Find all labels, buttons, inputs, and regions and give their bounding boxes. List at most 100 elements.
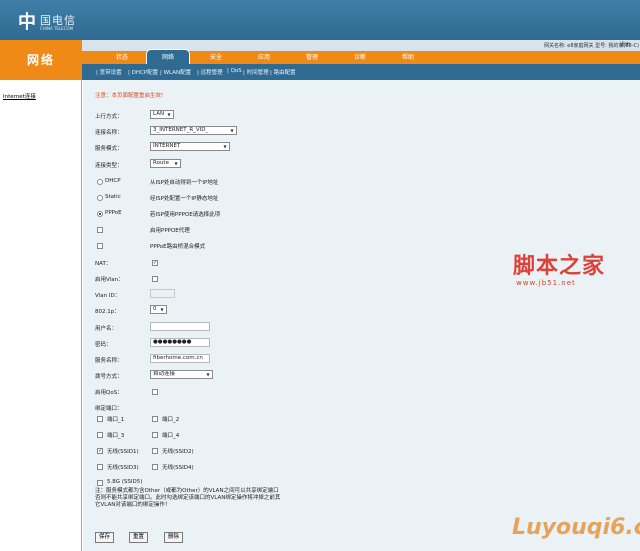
subnav-broadband[interactable]: | 宽带设置 [96, 68, 122, 76]
subnav-time[interactable]: | 时间管理 [243, 68, 269, 76]
username-input[interactable] [150, 322, 210, 331]
conn-type-label: 连接类型： [95, 163, 123, 169]
tab-security[interactable]: 安全 [204, 51, 228, 64]
delete-button[interactable]: 删除 [164, 532, 184, 543]
reset-button[interactable]: 重置 [129, 532, 149, 543]
ssid2-label: 无线(SSID2) [162, 449, 194, 455]
header-bar: 中 国电信 CHINA TELECOM [0, 0, 640, 40]
chevron-down-icon: ▼ [160, 307, 164, 312]
sidebar: Internet连接 [0, 80, 82, 551]
chevron-down-icon: ▼ [223, 144, 227, 149]
subnav-qos[interactable]: | QoS [227, 68, 242, 74]
tab-apps[interactable]: 应用 [252, 51, 276, 64]
qos-label: 启用QoS： [95, 390, 123, 396]
logo-mark: 中 [18, 12, 36, 33]
uplink-label: 上行方式： [95, 114, 123, 120]
service-mode-label: 服务模式： [95, 146, 123, 152]
qos-checkbox[interactable] [152, 389, 158, 395]
logo-subtext: CHINA TELECOM [40, 26, 74, 31]
ssid1-checkbox[interactable]: ✓ [97, 448, 103, 454]
section-title: 网络 [0, 40, 82, 80]
port3-label: 端口_3 [107, 433, 125, 439]
port1-label: 端口_1 [107, 417, 125, 423]
ssid3-checkbox[interactable] [97, 464, 103, 470]
uplink-select[interactable]: LAN ▼ [150, 110, 174, 119]
pppoe-proxy-checkbox[interactable] [97, 227, 103, 233]
ssid5-label: 5.8G (SSID5) [107, 479, 143, 485]
vlan-id-input[interactable] [150, 289, 175, 298]
subnav-dhcp[interactable]: | DHCP配置 [128, 68, 158, 76]
sidebar-item-internet[interactable]: Internet连接 [3, 92, 36, 100]
content-panel: 注意：本页面配置重启生效! 上行方式： LAN ▼ 连接名称： 3_INTERNE… [83, 80, 640, 551]
ssid4-checkbox[interactable] [152, 464, 158, 470]
tab-network[interactable]: 网络 [146, 49, 190, 64]
watermark-jb51-url: www.jb51.net [516, 279, 576, 287]
subnav-wlan[interactable]: | WLAN配置 [160, 68, 191, 76]
port2-label: 端口_2 [162, 417, 180, 423]
conn-type-select[interactable]: Route ▼ [150, 159, 181, 168]
note-line-3: 它VLAN对该端口的绑定操作！ [95, 502, 171, 508]
chevron-down-icon: ▼ [230, 128, 234, 133]
conn-name-select[interactable]: 3_INTERNET_R_VID_ ▼ [150, 126, 237, 135]
china-telecom-logo: 中 国电信 CHINA TELECOM [18, 6, 88, 34]
save-button[interactable]: 保存 [95, 532, 115, 543]
tab-status[interactable]: 状态 [110, 51, 134, 64]
static-radio[interactable] [97, 195, 103, 201]
main-nav: 状态 网络 安全 应用 管理 诊断 帮助 [82, 49, 640, 64]
dhcp-radio[interactable] [97, 179, 103, 185]
pppoe-bridge-checkbox[interactable] [97, 243, 103, 249]
dot1p-select[interactable]: 0 ▼ [150, 305, 167, 314]
static-desc: 经ISP处配置一个IP静态地址 [150, 196, 219, 202]
chevron-down-icon: ▼ [167, 112, 171, 117]
note-line-1: 注：服务模式都为含Other（或都为Other）的VLAN之间可以共享绑定端口 [95, 488, 279, 494]
conn-name-label: 连接名称： [95, 130, 123, 136]
note-line-2: 否则不能共享绑定端口。此时勾选绑定该端口的VLAN绑定操作将冲掉之前其 [95, 495, 281, 501]
port4-checkbox[interactable] [152, 432, 158, 438]
dhcp-label: DHCP [105, 178, 121, 184]
ssid5-checkbox[interactable] [97, 480, 103, 486]
vlan-enable-checkbox[interactable] [152, 276, 158, 282]
dot1p-label: 802.1p： [95, 309, 120, 315]
vlan-id-label: Vlan ID： [95, 293, 121, 299]
pppoe-radio[interactable] [97, 211, 103, 217]
pppoe-label: PPPoE [105, 210, 122, 216]
vlan-enable-label: 启用Vlan： [95, 277, 124, 283]
dial-mode-label: 拨号方式： [95, 374, 123, 380]
binding-note: 注：服务模式都为含Other（或都为Other）的VLAN之间可以共享绑定端口 … [95, 488, 355, 509]
tab-management[interactable]: 管理 [300, 51, 324, 64]
logout-link[interactable]: 退出 [620, 40, 630, 51]
pppoe-bridge-label: PPPoE路由桥混合模式 [150, 244, 206, 250]
subnav-routing[interactable]: | 路由配置 [270, 68, 296, 76]
chevron-down-icon: ▼ [206, 372, 210, 377]
nat-label: NAT： [95, 261, 112, 267]
watermark-jb51: 脚本之家 [513, 253, 606, 279]
password-input[interactable]: ●●●●●●●● [150, 338, 210, 347]
service-mode-select[interactable]: INTERNET ▼ [150, 142, 230, 151]
nat-checkbox[interactable]: ✓ [152, 260, 158, 266]
port1-checkbox[interactable] [97, 416, 103, 422]
sub-nav: | 宽带设置 | DHCP配置 | WLAN配置 | 远程管理 | QoS | … [82, 64, 640, 80]
tab-help[interactable]: 帮助 [396, 51, 420, 64]
ssid3-label: 无线(SSID3) [107, 465, 139, 471]
tab-diagnostics[interactable]: 诊断 [348, 51, 372, 64]
port3-checkbox[interactable] [97, 432, 103, 438]
username-label: 用户名： [95, 326, 118, 332]
pppoe-desc: 若ISP使用PPPOE请选择此项 [150, 212, 221, 218]
static-label: Static [105, 194, 121, 200]
dial-mode-select[interactable]: 自动连接 ▼ [150, 370, 213, 379]
port4-label: 端口_4 [162, 433, 180, 439]
ssid1-label: 无线(SSID1) [107, 449, 139, 455]
port2-checkbox[interactable] [152, 416, 158, 422]
subnav-remote-mgmt[interactable]: | 远程管理 [197, 68, 223, 76]
ssid4-label: 无线(SSID4) [162, 465, 194, 471]
ssid2-checkbox[interactable] [152, 448, 158, 454]
service-name-input[interactable]: fiberhome.com.cn [150, 354, 210, 363]
service-name-label: 服务名称： [95, 358, 123, 364]
pppoe-proxy-label: 启用PPPOE代理 [150, 228, 190, 234]
bind-port-label: 绑定端口： [95, 406, 123, 412]
chevron-down-icon: ▼ [174, 161, 178, 166]
password-label: 密码： [95, 342, 112, 348]
watermark-luyouqi: Luyouqi6.cn [512, 515, 640, 540]
dhcp-desc: 从ISP处自动得到一个IP地址 [150, 180, 219, 186]
restart-notice: 注意：本页面配置重启生效! [95, 93, 164, 99]
